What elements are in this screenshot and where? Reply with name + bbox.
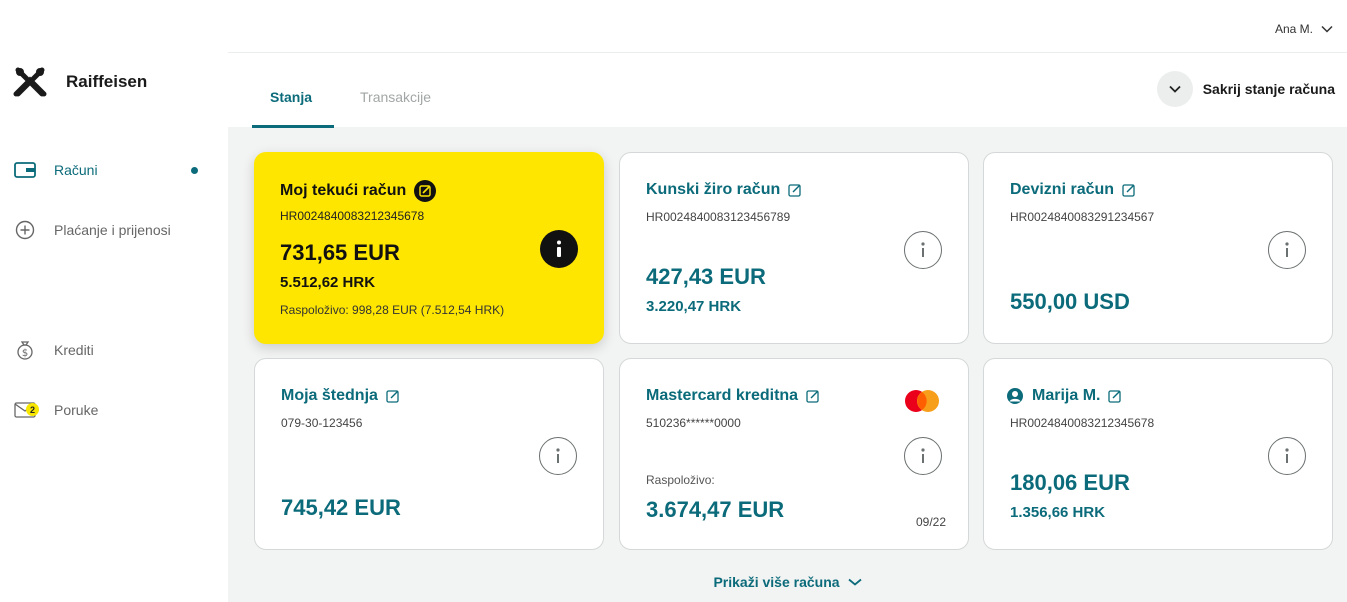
sidebar-item-poruke[interactable]: 2 Poruke xyxy=(12,398,216,422)
hide-balance-button[interactable]: Sakrij stanje računa xyxy=(1156,71,1335,107)
tab-transakcije[interactable]: Transakcije xyxy=(360,89,431,105)
account-iban: HR0024840083123456789 xyxy=(646,210,791,224)
account-card[interactable]: Kunski žiro račun HR0024840083123456789 … xyxy=(619,152,969,344)
plus-circle-icon xyxy=(12,219,38,241)
brand-name: Raiffeisen xyxy=(66,72,148,91)
account-iban: HR0024840083291234567 xyxy=(1010,210,1155,224)
account-balance: 427,43 EUR xyxy=(646,264,766,289)
account-title-text: Moja štednja xyxy=(281,387,378,404)
account-balance: 550,00 USD xyxy=(1010,289,1130,314)
sidebar-item-label: Krediti xyxy=(54,342,94,358)
tab-bar: Stanja Transakcije Sakrij stanje računa xyxy=(228,52,1347,128)
account-title: Moja štednja xyxy=(281,387,400,405)
mastercard-logo-icon xyxy=(905,390,939,412)
sidebar: Raiffeisen Računi Plaćanje i prijenosi $… xyxy=(0,0,228,602)
active-dot xyxy=(191,167,198,174)
account-balance: 3.674,47 EUR xyxy=(646,497,785,522)
edit-icon[interactable] xyxy=(788,183,802,197)
info-icon[interactable] xyxy=(904,437,942,475)
edit-icon[interactable] xyxy=(414,180,437,202)
account-card[interactable]: Devizni račun HR0024840083291234567 550,… xyxy=(983,152,1333,344)
user-icon xyxy=(1007,388,1023,404)
topbar: Ana M. xyxy=(228,0,1347,52)
account-balance: 731,65 EUR xyxy=(280,240,400,265)
account-title: Kunski žiro račun xyxy=(646,181,802,199)
main-content: Stanja Transakcije Sakrij stanje računa … xyxy=(228,52,1347,602)
account-balance: 745,42 EUR xyxy=(281,495,401,520)
account-iban: HR0024840083212345678 xyxy=(280,209,425,223)
raiffeisen-logo-icon xyxy=(13,67,47,97)
sidebar-item-placanje[interactable]: Plaćanje i prijenosi xyxy=(12,218,216,242)
svg-text:$: $ xyxy=(22,348,28,359)
account-title: Marija M. xyxy=(1006,387,1122,405)
account-title-text: Moj tekući račun xyxy=(280,182,407,199)
account-available: Raspoloživo: 998,28 EUR (7.512,54 HRK) xyxy=(280,303,505,317)
info-icon[interactable] xyxy=(904,231,942,269)
account-balance-secondary: 5.512,62 HRK xyxy=(280,274,376,291)
sidebar-item-label: Plaćanje i prijenosi xyxy=(54,222,171,238)
account-card[interactable]: Mastercard kreditna 510236******0000 Ras… xyxy=(619,358,969,550)
info-icon[interactable] xyxy=(1268,231,1306,269)
info-icon[interactable] xyxy=(540,230,578,268)
account-title: Devizni račun xyxy=(1010,181,1136,199)
account-balance-secondary: 1.356,66 HRK xyxy=(1010,504,1106,521)
account-balance: 180,06 EUR xyxy=(1010,470,1130,495)
account-balance-secondary: 3.220,47 HRK xyxy=(646,298,742,315)
user-menu[interactable]: Ana M. xyxy=(1275,22,1333,36)
account-card[interactable]: Moja štednja 079-30-123456 745,42 EUR xyxy=(254,358,604,550)
card-expiry: 09/22 xyxy=(915,515,946,529)
info-icon[interactable] xyxy=(539,437,577,475)
envelope-icon: 2 xyxy=(12,399,39,421)
account-card[interactable]: Marija M. HR0024840083212345678 180,06 E… xyxy=(983,358,1333,550)
card-number: 510236******0000 xyxy=(646,416,741,430)
message-count-badge: 2 xyxy=(26,403,39,416)
edit-icon[interactable] xyxy=(1122,183,1136,197)
edit-icon[interactable] xyxy=(386,389,400,403)
account-title: Mastercard kreditna xyxy=(646,387,820,405)
account-title-text: Marija M. xyxy=(1032,387,1101,404)
account-title-text: Kunski žiro račun xyxy=(646,181,781,198)
account-title-text: Devizni račun xyxy=(1010,181,1115,198)
sidebar-item-krediti[interactable]: $ Krediti xyxy=(12,338,216,362)
money-bag-icon: $ xyxy=(12,339,38,361)
chevron-down-icon xyxy=(1156,71,1193,107)
show-more-accounts-button[interactable]: Prikaži više računa xyxy=(228,574,1347,590)
logo[interactable]: Raiffeisen xyxy=(12,64,147,100)
account-iban: 079-30-123456 xyxy=(281,416,363,430)
edit-icon[interactable] xyxy=(806,389,820,403)
hide-balance-label: Sakrij stanje računa xyxy=(1202,81,1335,97)
available-label: Raspoloživo: xyxy=(646,473,715,487)
account-title: Moj tekući račun xyxy=(280,180,437,202)
active-tab-indicator xyxy=(252,125,334,128)
info-icon[interactable] xyxy=(1268,437,1306,475)
user-name: Ana M. xyxy=(1274,22,1313,36)
chevron-down-icon xyxy=(1321,25,1333,33)
edit-icon[interactable] xyxy=(1108,389,1122,403)
sidebar-item-label: Poruke xyxy=(54,402,99,418)
show-more-label: Prikaži više računa xyxy=(713,574,840,590)
account-title-text: Mastercard kreditna xyxy=(646,387,799,404)
wallet-icon xyxy=(12,159,38,181)
account-card[interactable]: Moj tekući račun HR0024840083212345678 7… xyxy=(254,152,604,344)
sidebar-item-label: Računi xyxy=(54,162,98,178)
sidebar-item-racuni[interactable]: Računi xyxy=(12,158,216,182)
account-iban: HR0024840083212345678 xyxy=(1010,416,1155,430)
tab-stanja[interactable]: Stanja xyxy=(270,89,312,105)
chevron-down-icon xyxy=(847,578,862,586)
